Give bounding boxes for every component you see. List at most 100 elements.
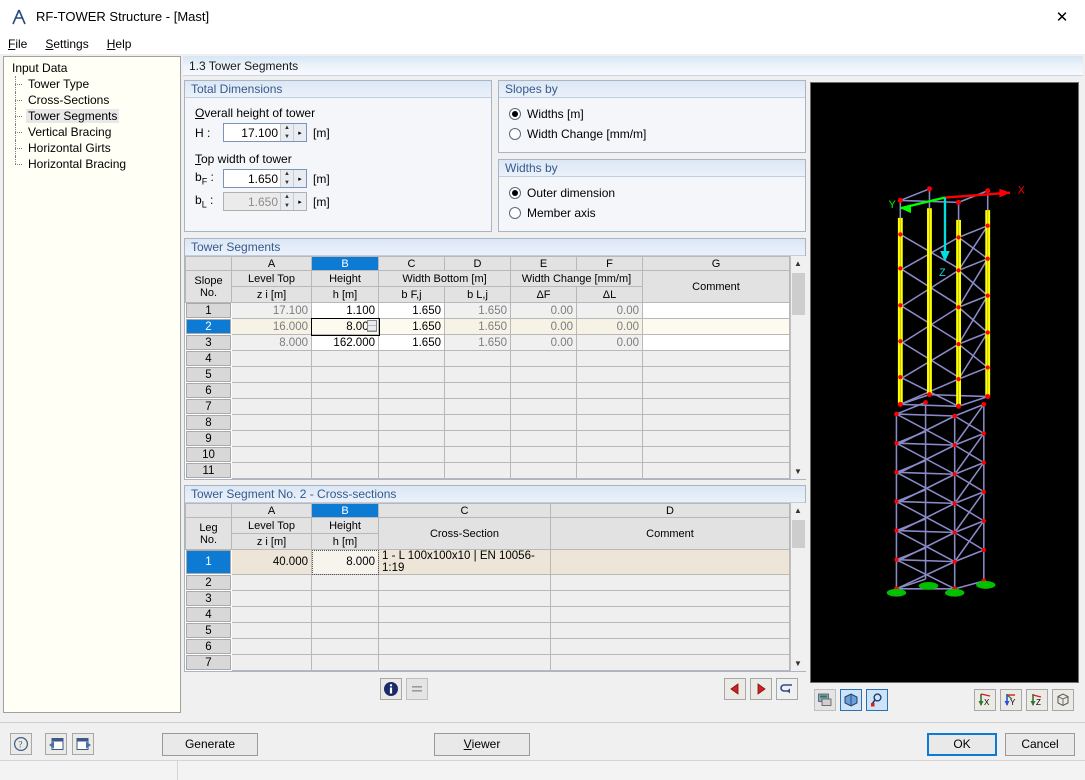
cell-bf[interactable]: 1.650 <box>378 318 445 335</box>
cell-bl[interactable]: 1.650 <box>444 318 511 335</box>
cell-empty[interactable] <box>576 382 643 399</box>
cell-empty[interactable] <box>231 654 312 671</box>
cell-empty[interactable] <box>378 590 551 607</box>
forward-button[interactable] <box>72 733 94 755</box>
col-letter-b[interactable]: B <box>311 503 379 518</box>
col-letter-c[interactable]: C <box>378 503 551 518</box>
cell-empty[interactable] <box>378 414 445 431</box>
cell-comment[interactable] <box>642 334 790 351</box>
cell-empty[interactable] <box>231 398 312 415</box>
tower-segments-table[interactable]: A B C D E F G Slope No. Level Top Height… <box>185 256 790 479</box>
top-width-bf-input[interactable]: ▲▼ ▸ <box>223 169 307 188</box>
row-number[interactable]: 8 <box>185 414 232 431</box>
cell-empty[interactable] <box>231 590 312 607</box>
row-number[interactable]: 4 <box>185 350 232 367</box>
cell-empty[interactable] <box>378 654 551 671</box>
ok-button[interactable]: OK <box>927 732 997 756</box>
row-number[interactable]: 7 <box>185 398 232 415</box>
cell-empty[interactable] <box>378 350 445 367</box>
sidebar-item-vertical-bracing[interactable]: Vertical Bracing <box>8 124 180 140</box>
cell-dl[interactable]: 0.00 <box>576 334 643 351</box>
sidebar-item-tower-type[interactable]: Tower Type <box>8 76 180 92</box>
render-mode-button[interactable] <box>814 689 836 711</box>
cell-empty[interactable] <box>311 366 379 383</box>
col-letter-a[interactable]: A <box>231 256 312 271</box>
cross-sections-table[interactable]: A B C D Leg No. Level Top Height Cross-S… <box>185 503 790 671</box>
menu-settings[interactable]: Settings <box>45 37 88 51</box>
scroll-up-icon[interactable]: ▲ <box>790 503 806 518</box>
cell-empty[interactable] <box>510 366 577 383</box>
cell-empty[interactable] <box>231 446 312 463</box>
row-number[interactable]: 10 <box>185 446 232 463</box>
cell-height[interactable]: 1.100 <box>311 302 379 319</box>
help-button[interactable]: ? <box>10 733 32 755</box>
top-width-bf-value[interactable] <box>224 170 280 187</box>
viewer-button[interactable]: Viewer <box>434 732 530 756</box>
cell-df[interactable]: 0.00 <box>510 318 577 335</box>
cell-empty[interactable] <box>231 574 312 591</box>
radio-icon[interactable] <box>509 128 521 140</box>
cell-empty[interactable] <box>378 398 445 415</box>
cell-empty[interactable] <box>510 414 577 431</box>
cell-empty[interactable] <box>444 398 511 415</box>
cell-height-editing[interactable]: 8.000 <box>310 317 380 336</box>
cell-empty[interactable] <box>576 446 643 463</box>
scroll-thumb[interactable] <box>791 273 805 315</box>
cell-empty[interactable] <box>642 462 790 479</box>
row-number[interactable]: 5 <box>185 366 232 383</box>
table-row[interactable]: 7 <box>185 398 790 415</box>
cell-empty[interactable] <box>378 606 551 623</box>
col-letter-a[interactable]: A <box>231 503 312 518</box>
row-number[interactable]: 1 <box>185 549 232 575</box>
cell-empty[interactable] <box>576 366 643 383</box>
row-number[interactable]: 1 <box>185 302 232 319</box>
cell-empty[interactable] <box>510 446 577 463</box>
cell-empty[interactable] <box>510 398 577 415</box>
view-in-z-button[interactable]: Z <box>1026 689 1048 711</box>
cell-empty[interactable] <box>576 350 643 367</box>
cell-empty[interactable] <box>642 398 790 415</box>
cell-bl[interactable]: 1.650 <box>444 334 511 351</box>
cell-height[interactable]: 162.000 <box>311 334 379 351</box>
col-letter-c[interactable]: C <box>378 256 445 271</box>
table-row[interactable]: 3 <box>185 590 790 607</box>
cell-level-top[interactable]: 8.000 <box>231 334 312 351</box>
table-row[interactable]: 6 <box>185 382 790 399</box>
radio-slopes-widths[interactable]: Widths [m] <box>509 104 795 124</box>
row-number[interactable]: 7 <box>185 654 232 671</box>
row-number[interactable]: 2 <box>185 574 232 591</box>
table-row[interactable]: 4 <box>185 350 790 367</box>
radio-slopes-width-change[interactable]: Width Change [mm/m] <box>509 124 795 144</box>
scroll-track[interactable] <box>790 518 806 656</box>
cell-empty[interactable] <box>311 446 379 463</box>
cell-empty[interactable] <box>550 606 790 623</box>
row-number[interactable]: 4 <box>185 606 232 623</box>
row-number[interactable]: 6 <box>185 382 232 399</box>
table-row[interactable]: 2 16.000 8.000 1.650 1.650 0.00 0.00 <box>185 317 790 336</box>
table-row[interactable]: 10 <box>185 446 790 463</box>
cell-empty[interactable] <box>231 366 312 383</box>
cell-empty[interactable] <box>378 446 445 463</box>
col-letter-g[interactable]: G <box>642 256 790 271</box>
cell-empty[interactable] <box>642 382 790 399</box>
cell-empty[interactable] <box>550 638 790 655</box>
sidebar-item-cross-sections[interactable]: Cross-Sections <box>8 92 180 108</box>
spin-more-icon[interactable]: ▸ <box>293 170 306 187</box>
cell-empty[interactable] <box>444 430 511 447</box>
cell-empty[interactable] <box>550 622 790 639</box>
table-row[interactable]: 6 <box>185 638 790 655</box>
cell-empty[interactable] <box>311 414 379 431</box>
cell-empty[interactable] <box>642 446 790 463</box>
cell-level-top[interactable]: 17.100 <box>231 302 312 319</box>
col-letter-d[interactable]: D <box>550 503 790 518</box>
cell-height[interactable]: 8.000 <box>311 549 379 575</box>
cancel-button[interactable]: Cancel <box>1005 732 1075 756</box>
back-button[interactable] <box>45 733 67 755</box>
pick-object-button[interactable] <box>866 689 888 711</box>
scroll-down-icon[interactable]: ▼ <box>790 656 806 671</box>
cross-sections-scrollbar[interactable]: ▲ ▼ <box>790 503 806 671</box>
cell-empty[interactable] <box>231 350 312 367</box>
cell-empty[interactable] <box>642 430 790 447</box>
cell-empty[interactable] <box>510 350 577 367</box>
cell-empty[interactable] <box>231 606 312 623</box>
